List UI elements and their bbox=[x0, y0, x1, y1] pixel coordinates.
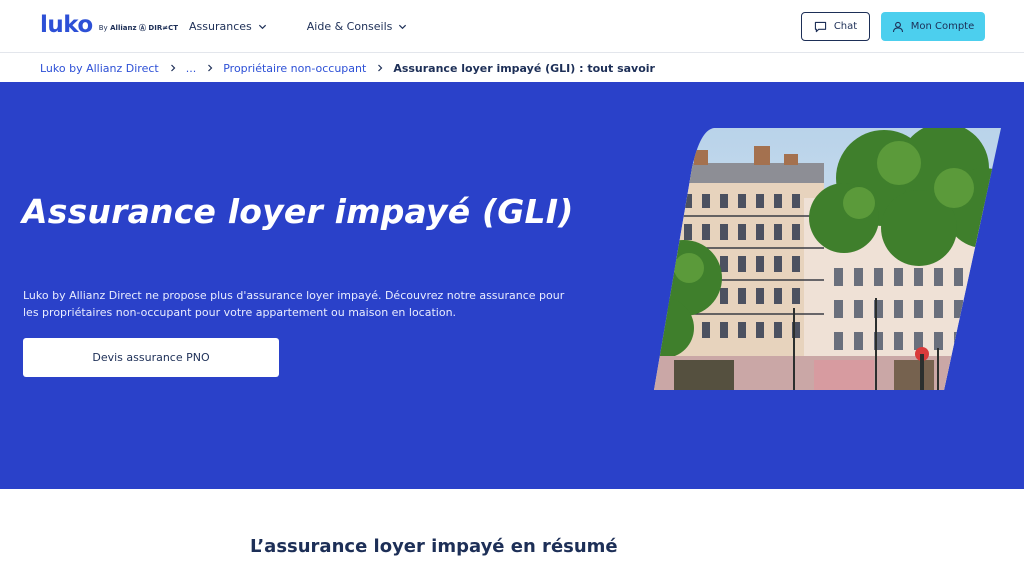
chat-button-label: Chat bbox=[833, 21, 858, 32]
account-button-label: Mon Compte bbox=[910, 21, 975, 32]
nav-item-aide-conseils[interactable]: Aide & Conseils bbox=[307, 20, 408, 33]
account-button[interactable]: Mon Compte bbox=[881, 12, 985, 41]
chevron-down-icon bbox=[399, 24, 407, 29]
breadcrumb: Luko by Allianz Direct ... Propriétaire … bbox=[40, 53, 655, 83]
luko-logo[interactable]: luko By Allianz Ⓐ DIR≠CT bbox=[40, 11, 178, 39]
main-nav: Assurances Aide & Conseils bbox=[189, 0, 447, 52]
logo-by-text: By bbox=[98, 24, 108, 32]
breadcrumb-current: Assurance loyer impayé (GLI) : tout savo… bbox=[393, 61, 655, 75]
breadcrumb-ellipsis[interactable]: ... bbox=[186, 62, 197, 75]
nav-item-label: Assurances bbox=[189, 19, 252, 33]
hero-description: Luko by Allianz Direct ne propose plus d… bbox=[23, 289, 565, 319]
summary-title: L’assurance loyer impayé en résumé bbox=[250, 536, 618, 557]
hero-building-image bbox=[654, 128, 1001, 390]
devis-pno-button[interactable]: Devis assurance PNO bbox=[23, 338, 279, 377]
nav-item-assurances[interactable]: Assurances bbox=[189, 20, 267, 33]
user-icon bbox=[892, 21, 903, 32]
logo-wordmark: luko bbox=[40, 12, 93, 38]
devis-pno-button-label: Devis assurance PNO bbox=[92, 351, 210, 364]
breadcrumb-home[interactable]: Luko by Allianz Direct bbox=[40, 62, 159, 75]
breadcrumb-proprietaire[interactable]: Propriétaire non-occupant bbox=[223, 62, 366, 75]
logo-partner-text: Allianz Ⓐ DIR≠CT bbox=[110, 24, 178, 32]
chevron-right-icon bbox=[208, 64, 213, 72]
chevron-right-icon bbox=[378, 64, 383, 72]
hero-section: Assurance loyer impayé (GLI) Luko by All… bbox=[0, 82, 1024, 489]
chevron-right-icon bbox=[170, 64, 176, 72]
hero-title: Assurance loyer impayé (GLI) bbox=[22, 192, 574, 231]
chevron-down-icon bbox=[258, 24, 266, 29]
chat-bubble-icon bbox=[814, 21, 826, 32]
site-header: luko By Allianz Ⓐ DIR≠CT Assurances Aide… bbox=[0, 0, 1024, 53]
chat-button[interactable]: Chat bbox=[801, 12, 870, 41]
logo-partner: By Allianz Ⓐ DIR≠CT bbox=[99, 23, 178, 33]
nav-item-label: Aide & Conseils bbox=[306, 19, 393, 33]
